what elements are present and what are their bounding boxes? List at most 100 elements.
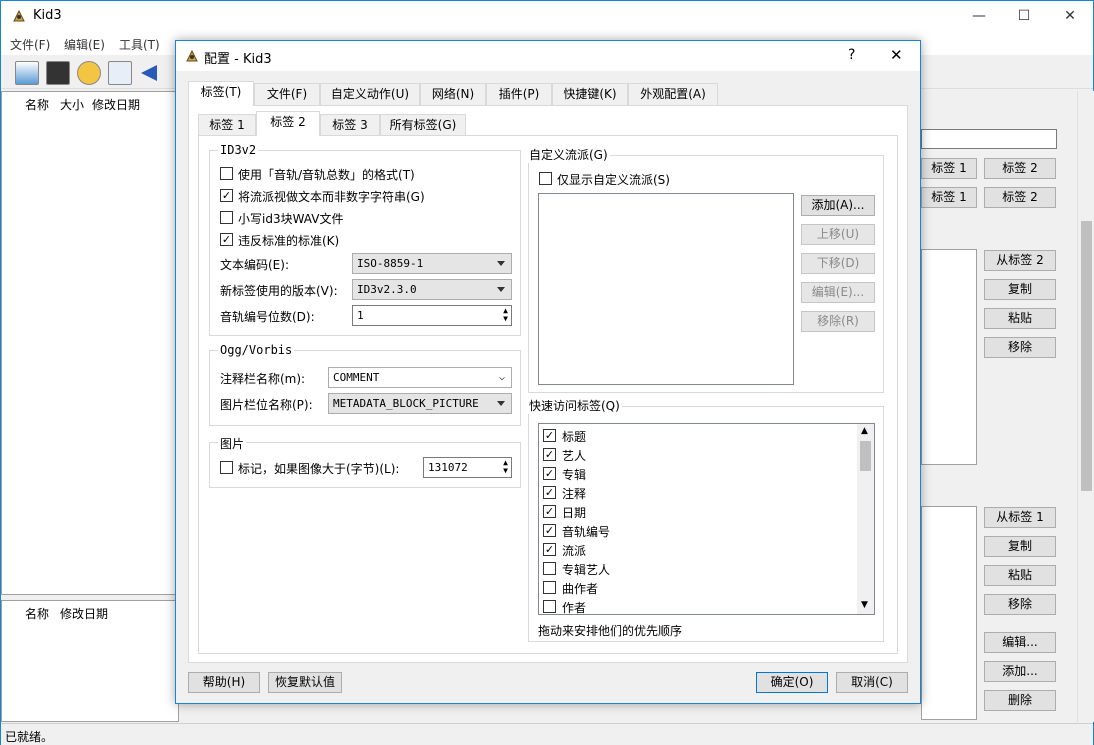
menu-file[interactable]: 文件(F) <box>10 36 50 53</box>
list-item-checkbox[interactable]: ✓ <box>543 467 556 480</box>
tab-network[interactable]: 网络(N) <box>420 83 486 105</box>
filename-input[interactable] <box>921 129 1057 149</box>
genre-text-checkbox[interactable]: ✓ <box>220 189 233 202</box>
list-item[interactable]: ✓ 注释 <box>543 483 853 502</box>
paste-button[interactable]: 粘贴 <box>984 308 1056 329</box>
list-item[interactable]: 曲作者 <box>543 578 853 597</box>
move-down-button[interactable]: 下移(D) <box>801 253 875 274</box>
only-custom-checkbox[interactable] <box>539 172 552 185</box>
list-scrollbar[interactable]: ▲ ▼ <box>857 424 874 614</box>
main-scrollbar[interactable] <box>1077 91 1094 722</box>
chevron-down-icon[interactable]: ▼ <box>861 600 868 610</box>
back-icon[interactable] <box>141 65 157 81</box>
copy-button[interactable]: 复制 <box>984 279 1056 300</box>
comment-field-combo[interactable]: COMMENT ⌵ <box>328 367 512 388</box>
dialog-titlebar[interactable]: 配置 - Kid3 ? ✕ <box>176 41 920 71</box>
mark-picture-spinbox[interactable]: 131072 ▲ ▼ <box>423 457 512 478</box>
copy-button[interactable]: 复制 <box>984 536 1056 557</box>
track-digits-spinbox[interactable]: 1 ▲ ▼ <box>352 305 512 326</box>
column-modified[interactable]: 修改日期 <box>92 96 140 113</box>
main-titlebar[interactable]: Kid3 — ☐ ✕ <box>1 1 1093 31</box>
list-item[interactable]: ✓ 专辑 <box>543 464 853 483</box>
cancel-button[interactable]: 取消(C) <box>836 672 908 693</box>
from-tag2-button[interactable]: 从标签 2 <box>984 250 1056 271</box>
tag1-button[interactable]: 标签 1 <box>921 158 977 179</box>
text-encoding-select[interactable]: ISO-8859-1 <box>352 253 512 274</box>
add-frame-button[interactable]: 添加... <box>984 661 1056 682</box>
list-item-checkbox[interactable]: ✓ <box>543 486 556 499</box>
tab-tags[interactable]: 标签(T) <box>188 81 254 106</box>
save-icon[interactable] <box>46 61 70 85</box>
remove-genre-button[interactable]: 移除(R) <box>801 311 875 332</box>
list-item-checkbox[interactable]: ✓ <box>543 448 556 461</box>
add-genre-button[interactable]: 添加(A)... <box>801 195 875 216</box>
tag1-table[interactable] <box>921 506 977 720</box>
tab-shortcuts[interactable]: 快捷键(K) <box>552 83 628 105</box>
list-item[interactable]: ✓ 音轨编号 <box>543 521 853 540</box>
revert-icon[interactable] <box>77 61 101 85</box>
subtab-tag1[interactable]: 标签 1 <box>198 114 256 136</box>
mark-picture-checkbox[interactable] <box>220 461 233 474</box>
help-button[interactable]: 帮助(H) <box>188 672 260 693</box>
remove-button[interactable]: 移除 <box>984 594 1056 615</box>
tab-user-actions[interactable]: 自定义动作(U) <box>320 83 420 105</box>
subtab-all-tags[interactable]: 所有标签(G) <box>380 114 466 136</box>
tab-files[interactable]: 文件(F) <box>254 83 320 105</box>
list-item-checkbox[interactable] <box>543 562 556 575</box>
file-list[interactable]: 名称 大小 修改日期 <box>1 91 179 595</box>
spin-arrows-icon[interactable]: ▲ ▼ <box>503 307 508 323</box>
subtab-tag2[interactable]: 标签 2 <box>256 111 320 136</box>
track-total-checkbox[interactable] <box>220 167 233 180</box>
menu-tools[interactable]: 工具(T) <box>119 36 160 53</box>
list-item-checkbox[interactable] <box>543 581 556 594</box>
column-name[interactable]: 名称 <box>25 605 49 622</box>
list-item[interactable]: ✓ 日期 <box>543 502 853 521</box>
custom-genres-list[interactable] <box>538 193 794 385</box>
spin-arrows-icon[interactable]: ▲ ▼ <box>503 459 508 475</box>
edit-genre-button[interactable]: 编辑(E)... <box>801 282 875 303</box>
tag2-table[interactable] <box>921 249 977 465</box>
list-item[interactable]: ✓ 流派 <box>543 540 853 559</box>
minimize-icon[interactable]: — <box>956 1 1002 31</box>
move-up-button[interactable]: 上移(U) <box>801 224 875 245</box>
list-item[interactable]: ✓ 标题 <box>543 426 853 445</box>
close-icon[interactable]: ✕ <box>890 46 903 64</box>
tab-plugins[interactable]: 插件(P) <box>486 83 552 105</box>
lowercase-checkbox[interactable] <box>220 211 233 224</box>
tag1-button[interactable]: 标签 1 <box>921 187 977 208</box>
menu-edit[interactable]: 编辑(E) <box>64 36 105 53</box>
close-icon[interactable]: ✕ <box>1047 1 1093 31</box>
paste-button[interactable]: 粘贴 <box>984 565 1056 586</box>
properties-icon[interactable] <box>108 61 132 85</box>
subtab-tag3[interactable]: 标签 3 <box>320 114 380 136</box>
dir-list[interactable]: 名称 修改日期 <box>1 600 179 722</box>
chevron-up-icon[interactable]: ▲ <box>861 426 868 436</box>
column-size[interactable]: 大小 <box>60 96 84 113</box>
list-item[interactable]: 作者 <box>543 597 853 616</box>
list-item-checkbox[interactable]: ✓ <box>543 524 556 537</box>
from-tag1-button[interactable]: 从标签 1 <box>984 507 1056 528</box>
list-item-checkbox[interactable]: ✓ <box>543 429 556 442</box>
help-icon[interactable]: ? <box>848 47 855 63</box>
version-select[interactable]: ID3v2.3.0 <box>352 279 512 300</box>
tag2-button[interactable]: 标签 2 <box>984 158 1056 179</box>
list-item-checkbox[interactable]: ✓ <box>543 505 556 518</box>
violate-checkbox[interactable]: ✓ <box>220 233 233 246</box>
tab-appearance[interactable]: 外观配置(A) <box>628 83 718 105</box>
restore-defaults-button[interactable]: 恢复默认值 <box>268 672 342 693</box>
list-item[interactable]: ✓ 艺人 <box>543 445 853 464</box>
list-item-checkbox[interactable]: ✓ <box>543 543 556 556</box>
maximize-icon[interactable]: ☐ <box>1001 1 1047 31</box>
ok-button[interactable]: 确定(O) <box>756 672 828 693</box>
list-item[interactable]: 专辑艺人 <box>543 559 853 578</box>
quick-access-list[interactable]: ✓ 标题 ✓ 艺人 ✓ 专辑 ✓ 注释 ✓ 日期 ✓ 音轨编号 ✓ 流派 专辑艺人 曲作者 作者 ▲ ▼ <box>538 423 875 615</box>
remove-button[interactable]: 移除 <box>984 337 1056 358</box>
edit-frame-button[interactable]: 编辑... <box>984 632 1056 653</box>
open-icon[interactable] <box>15 61 39 85</box>
scroll-thumb[interactable] <box>1081 221 1092 491</box>
picture-field-select[interactable]: METADATA_BLOCK_PICTURE <box>328 393 512 414</box>
column-modified[interactable]: 修改日期 <box>60 605 108 622</box>
tag2-button[interactable]: 标签 2 <box>984 187 1056 208</box>
delete-frame-button[interactable]: 删除 <box>984 690 1056 711</box>
scroll-thumb[interactable] <box>860 441 871 471</box>
